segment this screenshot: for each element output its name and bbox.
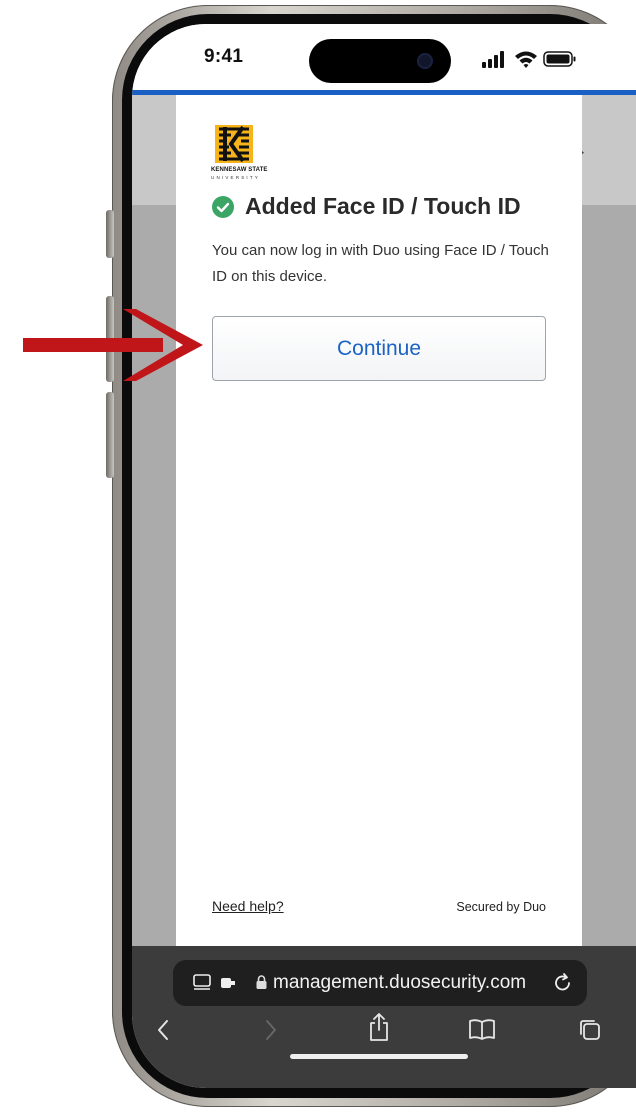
url-text[interactable]: management.duosecurity.com [273, 972, 526, 994]
home-indicator [290, 1054, 468, 1059]
need-help-link[interactable]: Need help? [212, 898, 284, 914]
ksu-wordmark-sub: UNIVERSITY [211, 175, 261, 180]
continue-button[interactable]: Continue [212, 316, 546, 381]
dialog-title: Added Face ID / Touch ID [245, 193, 521, 219]
battery-icon [543, 51, 576, 67]
lock-icon [256, 975, 267, 989]
dialog-description: You can now log in with Duo using Face I… [212, 242, 549, 285]
wifi-icon [515, 51, 537, 68]
secured-by-duo: Secured by Duo [456, 900, 546, 914]
check-circle-icon [212, 196, 234, 218]
safari-nav-row [132, 1013, 636, 1056]
bookmarks-icon[interactable] [468, 1018, 496, 1040]
forward-icon[interactable] [264, 1018, 278, 1042]
back-icon[interactable] [156, 1018, 170, 1042]
address-bar[interactable]: management.duosecurity.com [173, 960, 587, 1006]
volume-down-button [106, 392, 114, 478]
share-icon[interactable] [368, 1012, 390, 1042]
red-arrow-annotation [23, 309, 203, 381]
status-icons [482, 51, 576, 68]
reload-icon[interactable] [553, 972, 573, 994]
status-time: 9:41 [204, 46, 244, 67]
phone-screen: 9:41 → [132, 24, 636, 1088]
ksu-wordmark: KENNESAW STATE [211, 167, 268, 173]
signal-icon [482, 51, 504, 68]
extension-icon[interactable] [220, 975, 236, 991]
action-button [106, 210, 114, 258]
reader-icon[interactable] [193, 974, 211, 992]
dynamic-island [309, 39, 451, 83]
tabs-icon[interactable] [578, 1018, 602, 1042]
status-bar: 9:41 [132, 24, 636, 90]
camera-icon [417, 53, 433, 69]
duo-dialog: KENNESAW STATE UNIVERSITY Added Face ID … [176, 95, 582, 970]
